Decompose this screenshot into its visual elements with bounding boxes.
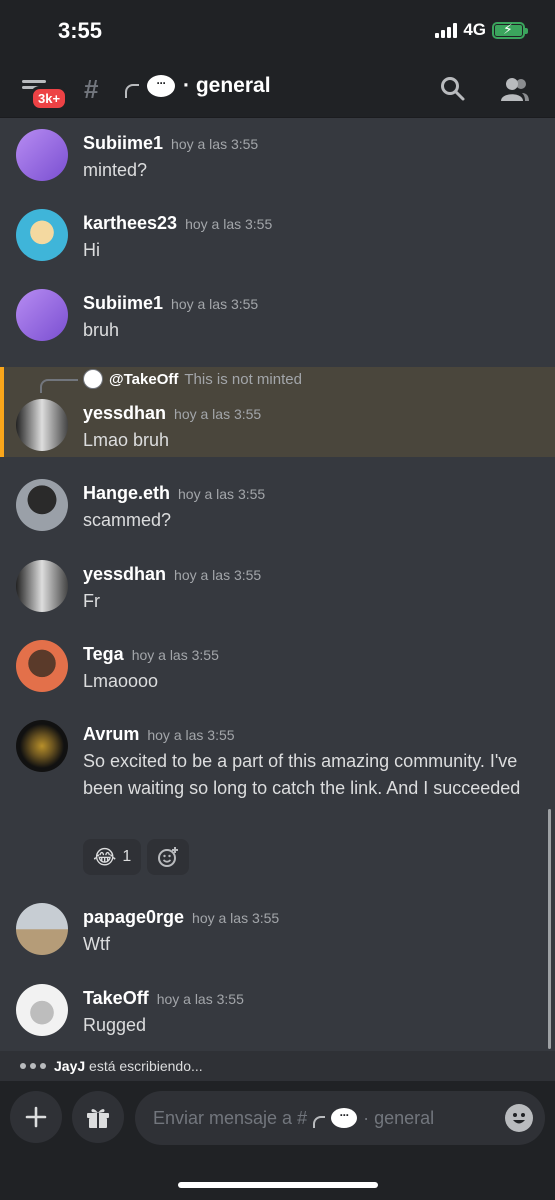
author-name: Subiime1 (83, 293, 164, 313)
status-indicators: 4G ⚡ (435, 20, 528, 40)
author-name: Hange.eth (83, 483, 171, 503)
timestamp: hoy a las 3:55 (174, 567, 262, 583)
search-icon[interactable] (440, 76, 468, 104)
add-reaction-button[interactable] (147, 839, 190, 875)
channel-title[interactable]: · general (125, 74, 271, 98)
signal-icon (435, 22, 458, 38)
channel-name: general (195, 74, 271, 97)
message-text: Wtf (83, 934, 110, 954)
typing-user: JayJ (54, 1058, 86, 1074)
reply-author: @TakeOff (109, 370, 179, 388)
author-name: Subiime1 (83, 133, 164, 153)
message-text: Rugged (83, 1015, 147, 1035)
timestamp: hoy a las 3:55 (171, 296, 259, 312)
members-icon[interactable] (500, 76, 529, 104)
avatar[interactable] (16, 399, 68, 451)
add-reaction-icon (158, 847, 179, 867)
attach-button[interactable] (10, 1091, 62, 1143)
author-name: yessdhan (83, 564, 167, 584)
laugh-emoji-icon: 😂 (93, 846, 117, 869)
reaction-bar: 😂 1 (83, 839, 190, 875)
network-type: 4G (463, 20, 486, 39)
avatar[interactable] (16, 903, 68, 955)
timestamp: hoy a las 3:55 (192, 910, 280, 926)
reaction-laugh[interactable]: 😂 1 (83, 839, 142, 875)
reply-reference[interactable]: @TakeOff This is not minted (83, 369, 302, 389)
timestamp: hoy a las 3:55 (156, 991, 244, 1007)
battery-icon: ⚡ (492, 21, 528, 39)
timestamp: hoy a las 3:55 (147, 727, 235, 743)
plus-icon (25, 1106, 47, 1128)
message-text: scammed? (83, 510, 172, 530)
avatar[interactable] (16, 984, 68, 1036)
reply-connector (40, 379, 78, 393)
chat-bubble-icon (331, 1108, 358, 1128)
avatar[interactable] (16, 720, 68, 772)
timestamp: hoy a las 3:55 (131, 647, 219, 663)
hash-icon: # (84, 74, 99, 104)
author-name: TakeOff (83, 988, 149, 1008)
notification-badge: 3k+ (30, 86, 69, 111)
message-text: minted? (83, 160, 148, 180)
avatar[interactable] (16, 289, 68, 341)
thread-curl-icon (313, 1116, 326, 1128)
gift-icon (87, 1109, 109, 1128)
timestamp: hoy a las 3:55 (178, 486, 266, 502)
input-placeholder-prefix: Enviar mensaje a # (153, 1107, 308, 1128)
status-bar: 3:55 4G ⚡ (0, 0, 555, 60)
avatar[interactable] (16, 479, 68, 531)
reply-avatar (83, 369, 103, 389)
typing-indicator: JayJ está escribiendo... (0, 1051, 555, 1081)
smiley-icon (506, 1105, 532, 1131)
home-indicator[interactable] (178, 1182, 378, 1188)
timestamp: hoy a las 3:55 (171, 136, 259, 152)
reply-text: This is not minted (184, 370, 302, 388)
scrollbar[interactable] (548, 809, 551, 1049)
author-name: papage0rge (83, 907, 185, 927)
message-input[interactable]: Enviar mensaje a # · general (135, 1091, 545, 1145)
author-name: Tega (83, 644, 124, 664)
message-text: Fr (83, 591, 100, 611)
author-name: karthees23 (83, 213, 178, 233)
message-text: Lmaoooo (83, 671, 159, 691)
author-name: yessdhan (83, 403, 167, 423)
channel-header: 3k+ # · general (0, 60, 555, 118)
menu-button[interactable]: 3k+ (22, 74, 69, 111)
input-placeholder-channel: general (374, 1107, 435, 1128)
typing-suffix: está escribiendo... (89, 1058, 203, 1074)
avatar[interactable] (16, 129, 68, 181)
message-text: bruh (83, 320, 120, 340)
message-list[interactable]: @TakeOff This is not minted Subiime1 hoy … (0, 119, 555, 1051)
chat-bubble-icon (147, 75, 175, 97)
avatar[interactable] (16, 640, 68, 692)
typing-dots-icon (20, 1063, 46, 1069)
message-text: Hi (83, 240, 100, 260)
composer: Enviar mensaje a # · general (0, 1081, 555, 1200)
author-name: Avrum (83, 724, 140, 744)
emoji-button[interactable] (505, 1104, 533, 1132)
message-text: Lmao bruh (83, 430, 170, 450)
reaction-count: 1 (122, 848, 132, 865)
status-time: 3:55 (58, 18, 103, 43)
gift-button[interactable] (72, 1091, 124, 1143)
avatar[interactable] (16, 560, 68, 612)
avatar[interactable] (16, 209, 68, 261)
timestamp: hoy a las 3:55 (174, 406, 262, 422)
timestamp: hoy a las 3:55 (185, 216, 273, 232)
thread-curl-icon (125, 84, 139, 98)
message-text: So excited to be a part of this amazing … (83, 751, 521, 798)
